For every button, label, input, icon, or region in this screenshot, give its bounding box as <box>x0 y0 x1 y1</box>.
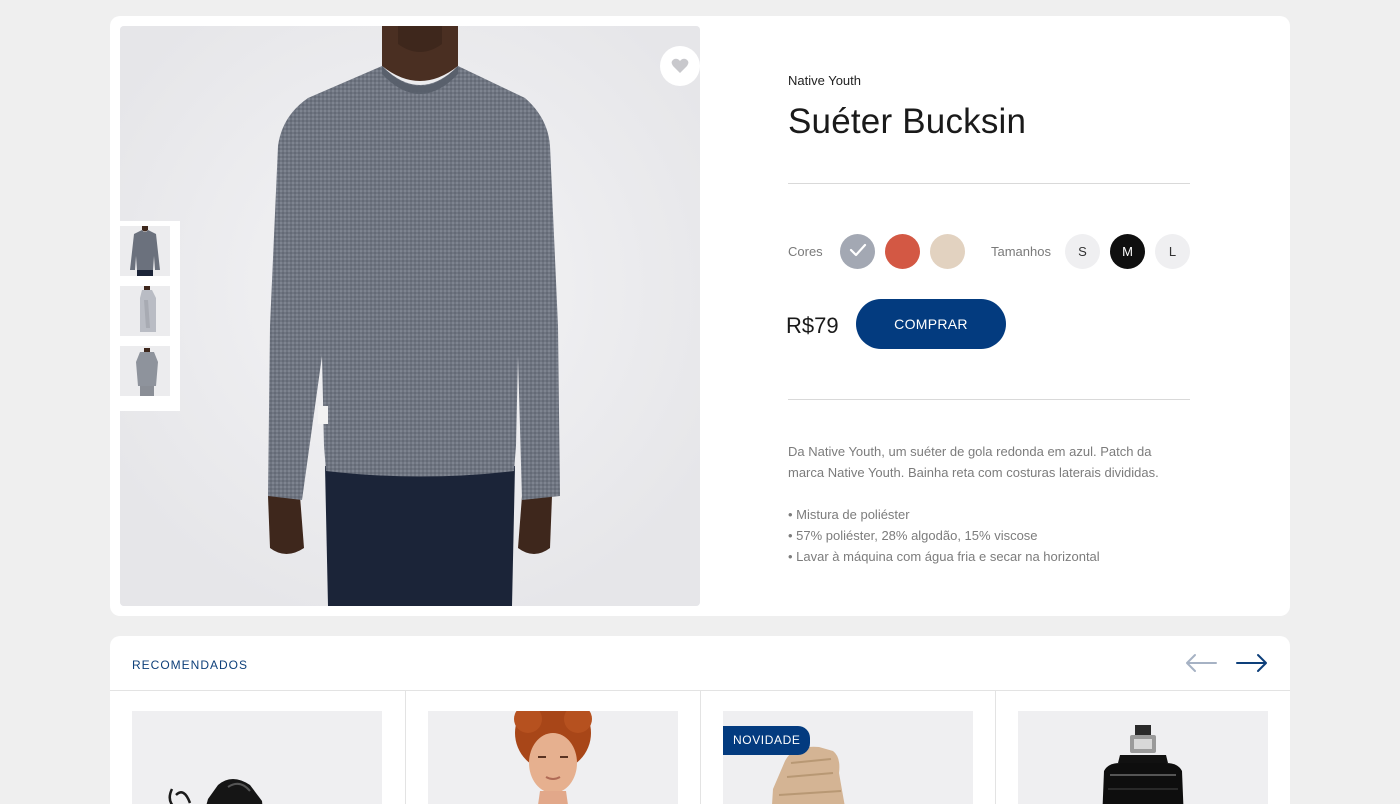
color-swatch-red[interactable] <box>885 234 920 269</box>
product-main-image <box>120 26 700 606</box>
arrow-right-icon <box>1235 653 1269 676</box>
thumbnail-list <box>120 221 180 411</box>
sizes-label: Tamanhos <box>991 244 1051 259</box>
thumbnail-back[interactable] <box>120 346 170 396</box>
heart-icon <box>671 58 689 74</box>
favorite-button[interactable] <box>660 46 700 86</box>
size-m-button[interactable]: M <box>1110 234 1145 269</box>
recommended-item: NOVIDADE <box>700 691 995 804</box>
recommended-title: RECOMENDADOS <box>132 658 249 672</box>
recommended-section: RECOMENDADOS NOVIDADE <box>110 636 1290 804</box>
size-l-button[interactable]: L <box>1155 234 1190 269</box>
recommended-item-image[interactable] <box>1018 711 1268 804</box>
product-card: Native Youth Suéter Bucksin Cores Tamanh… <box>110 16 1290 616</box>
feature-item: • 57% poliéster, 28% algodão, 15% viscos… <box>788 528 1038 543</box>
carousel-next-button[interactable] <box>1234 652 1270 676</box>
product-description: Da Native Youth, um suéter de gola redon… <box>788 441 1190 567</box>
recommended-item-image[interactable] <box>428 711 678 804</box>
feature-item: • Lavar à máquina com água fria e secar … <box>788 549 1100 564</box>
recommended-item <box>110 691 405 804</box>
thumbnail-front[interactable] <box>120 226 170 276</box>
divider <box>788 183 1190 184</box>
size-s-button[interactable]: S <box>1065 234 1100 269</box>
feature-list: • Mistura de poliéster • 57% poliéster, … <box>788 504 1190 567</box>
product-title: Suéter Bucksin <box>788 102 1027 141</box>
product-options: Cores Tamanhos S M L <box>788 233 1208 269</box>
color-swatch-gray[interactable] <box>840 234 875 269</box>
recommended-item <box>405 691 700 804</box>
thumbnail-side[interactable] <box>120 286 170 336</box>
feature-item: • Mistura de poliéster <box>788 507 910 522</box>
product-price: R$79 <box>786 313 839 338</box>
carousel-prev-button[interactable] <box>1183 652 1219 676</box>
recommended-item-image[interactable] <box>132 711 382 804</box>
buy-button[interactable]: COMPRAR <box>856 299 1006 349</box>
arrow-left-icon <box>1184 653 1218 676</box>
divider <box>788 399 1190 400</box>
recommended-item <box>995 691 1290 804</box>
recommended-item-image[interactable]: NOVIDADE <box>723 711 973 804</box>
new-badge: NOVIDADE <box>723 726 811 755</box>
color-swatch-beige[interactable] <box>930 234 965 269</box>
product-brand: Native Youth <box>788 73 862 88</box>
colors-label: Cores <box>788 244 823 259</box>
checkmark-icon <box>849 243 867 260</box>
description-text: Da Native Youth, um suéter de gola redon… <box>788 444 1159 480</box>
